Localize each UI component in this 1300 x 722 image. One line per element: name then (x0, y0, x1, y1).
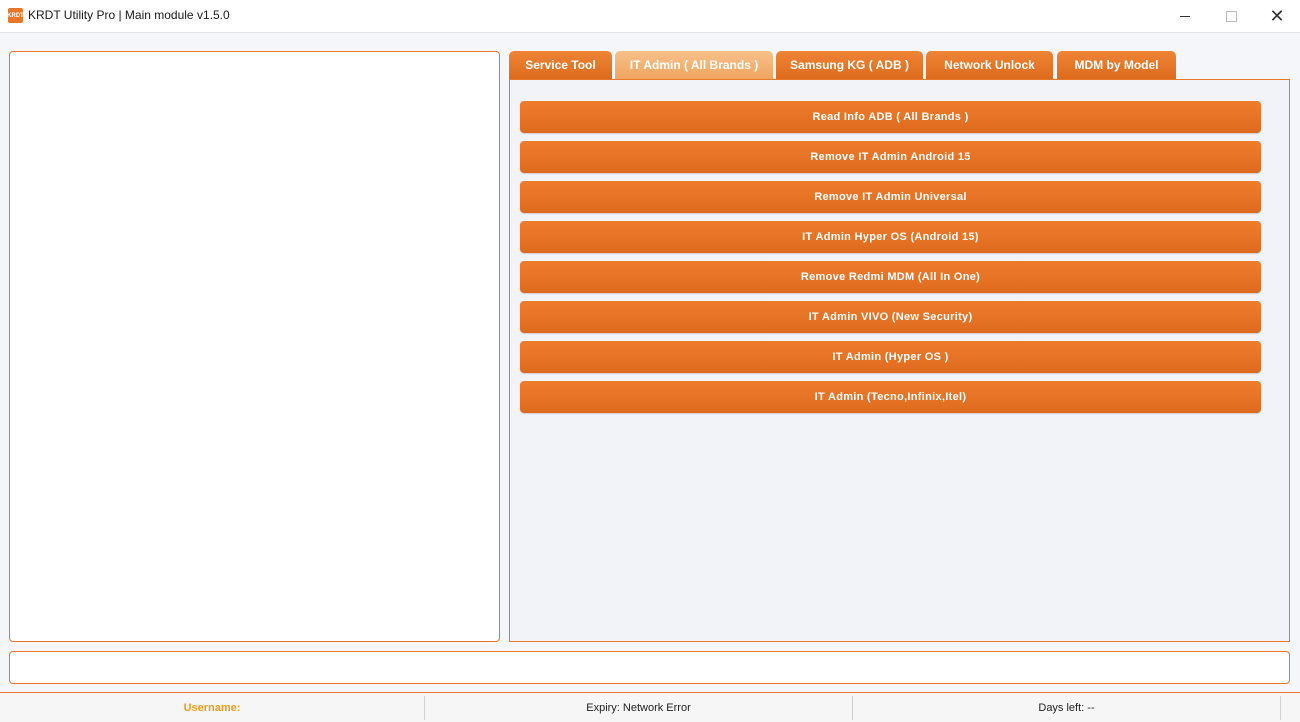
status-bar: Username: Expiry: Network Error Days lef… (0, 692, 1300, 722)
tab-service-tool[interactable]: Service Tool (509, 51, 612, 79)
maximize-button[interactable] (1208, 0, 1254, 32)
tab-network-unlock[interactable]: Network Unlock (926, 51, 1053, 79)
tab-samsung-kg-adb[interactable]: Samsung KG ( ADB ) (776, 51, 923, 79)
remove-it-admin-android-15-button[interactable]: Remove IT Admin Android 15 (520, 141, 1261, 173)
username-status: Username: (0, 693, 424, 722)
tab-it-admin-all-brands[interactable]: IT Admin ( All Brands ) (615, 51, 773, 79)
status-separator (1280, 696, 1281, 720)
minimize-button[interactable] (1162, 0, 1208, 32)
it-admin-hyper-os-android-15-button[interactable]: IT Admin Hyper OS (Android 15) (520, 221, 1261, 253)
tab-mdm-by-model[interactable]: MDM by Model (1057, 51, 1176, 79)
remove-it-admin-universal-button[interactable]: Remove IT Admin Universal (520, 181, 1261, 213)
remove-redmi-mdm-button[interactable]: Remove Redmi MDM (All In One) (520, 261, 1261, 293)
it-admin-hyper-os-button[interactable]: IT Admin (Hyper OS ) (520, 341, 1261, 373)
username-label: Username: (183, 701, 241, 714)
read-info-adb-button[interactable]: Read Info ADB ( All Brands ) (520, 101, 1261, 133)
command-input-field[interactable] (9, 651, 1290, 684)
log-output-panel[interactable] (9, 51, 500, 642)
app-logo-icon: KRDT (7, 8, 24, 23)
title-bar: KRDT KRDT Utility Pro | Main module v1.5… (0, 0, 1300, 33)
window-title: KRDT Utility Pro | Main module v1.5.0 (28, 8, 230, 22)
close-button[interactable]: ✕ (1254, 0, 1300, 32)
maximize-icon (1225, 10, 1237, 22)
tab-content-panel: Read Info ADB ( All Brands ) Remove IT A… (509, 79, 1290, 642)
days-left-status: Days left: -- (1038, 701, 1095, 714)
close-icon: ✕ (1269, 6, 1285, 26)
expiry-status: Expiry: Network Error (586, 701, 691, 714)
it-admin-vivo-button[interactable]: IT Admin VIVO (New Security) (520, 301, 1261, 333)
minimize-icon (1180, 15, 1190, 17)
it-admin-tecno-infinix-itel-button[interactable]: IT Admin (Tecno,Infinix,Itel) (520, 381, 1261, 413)
